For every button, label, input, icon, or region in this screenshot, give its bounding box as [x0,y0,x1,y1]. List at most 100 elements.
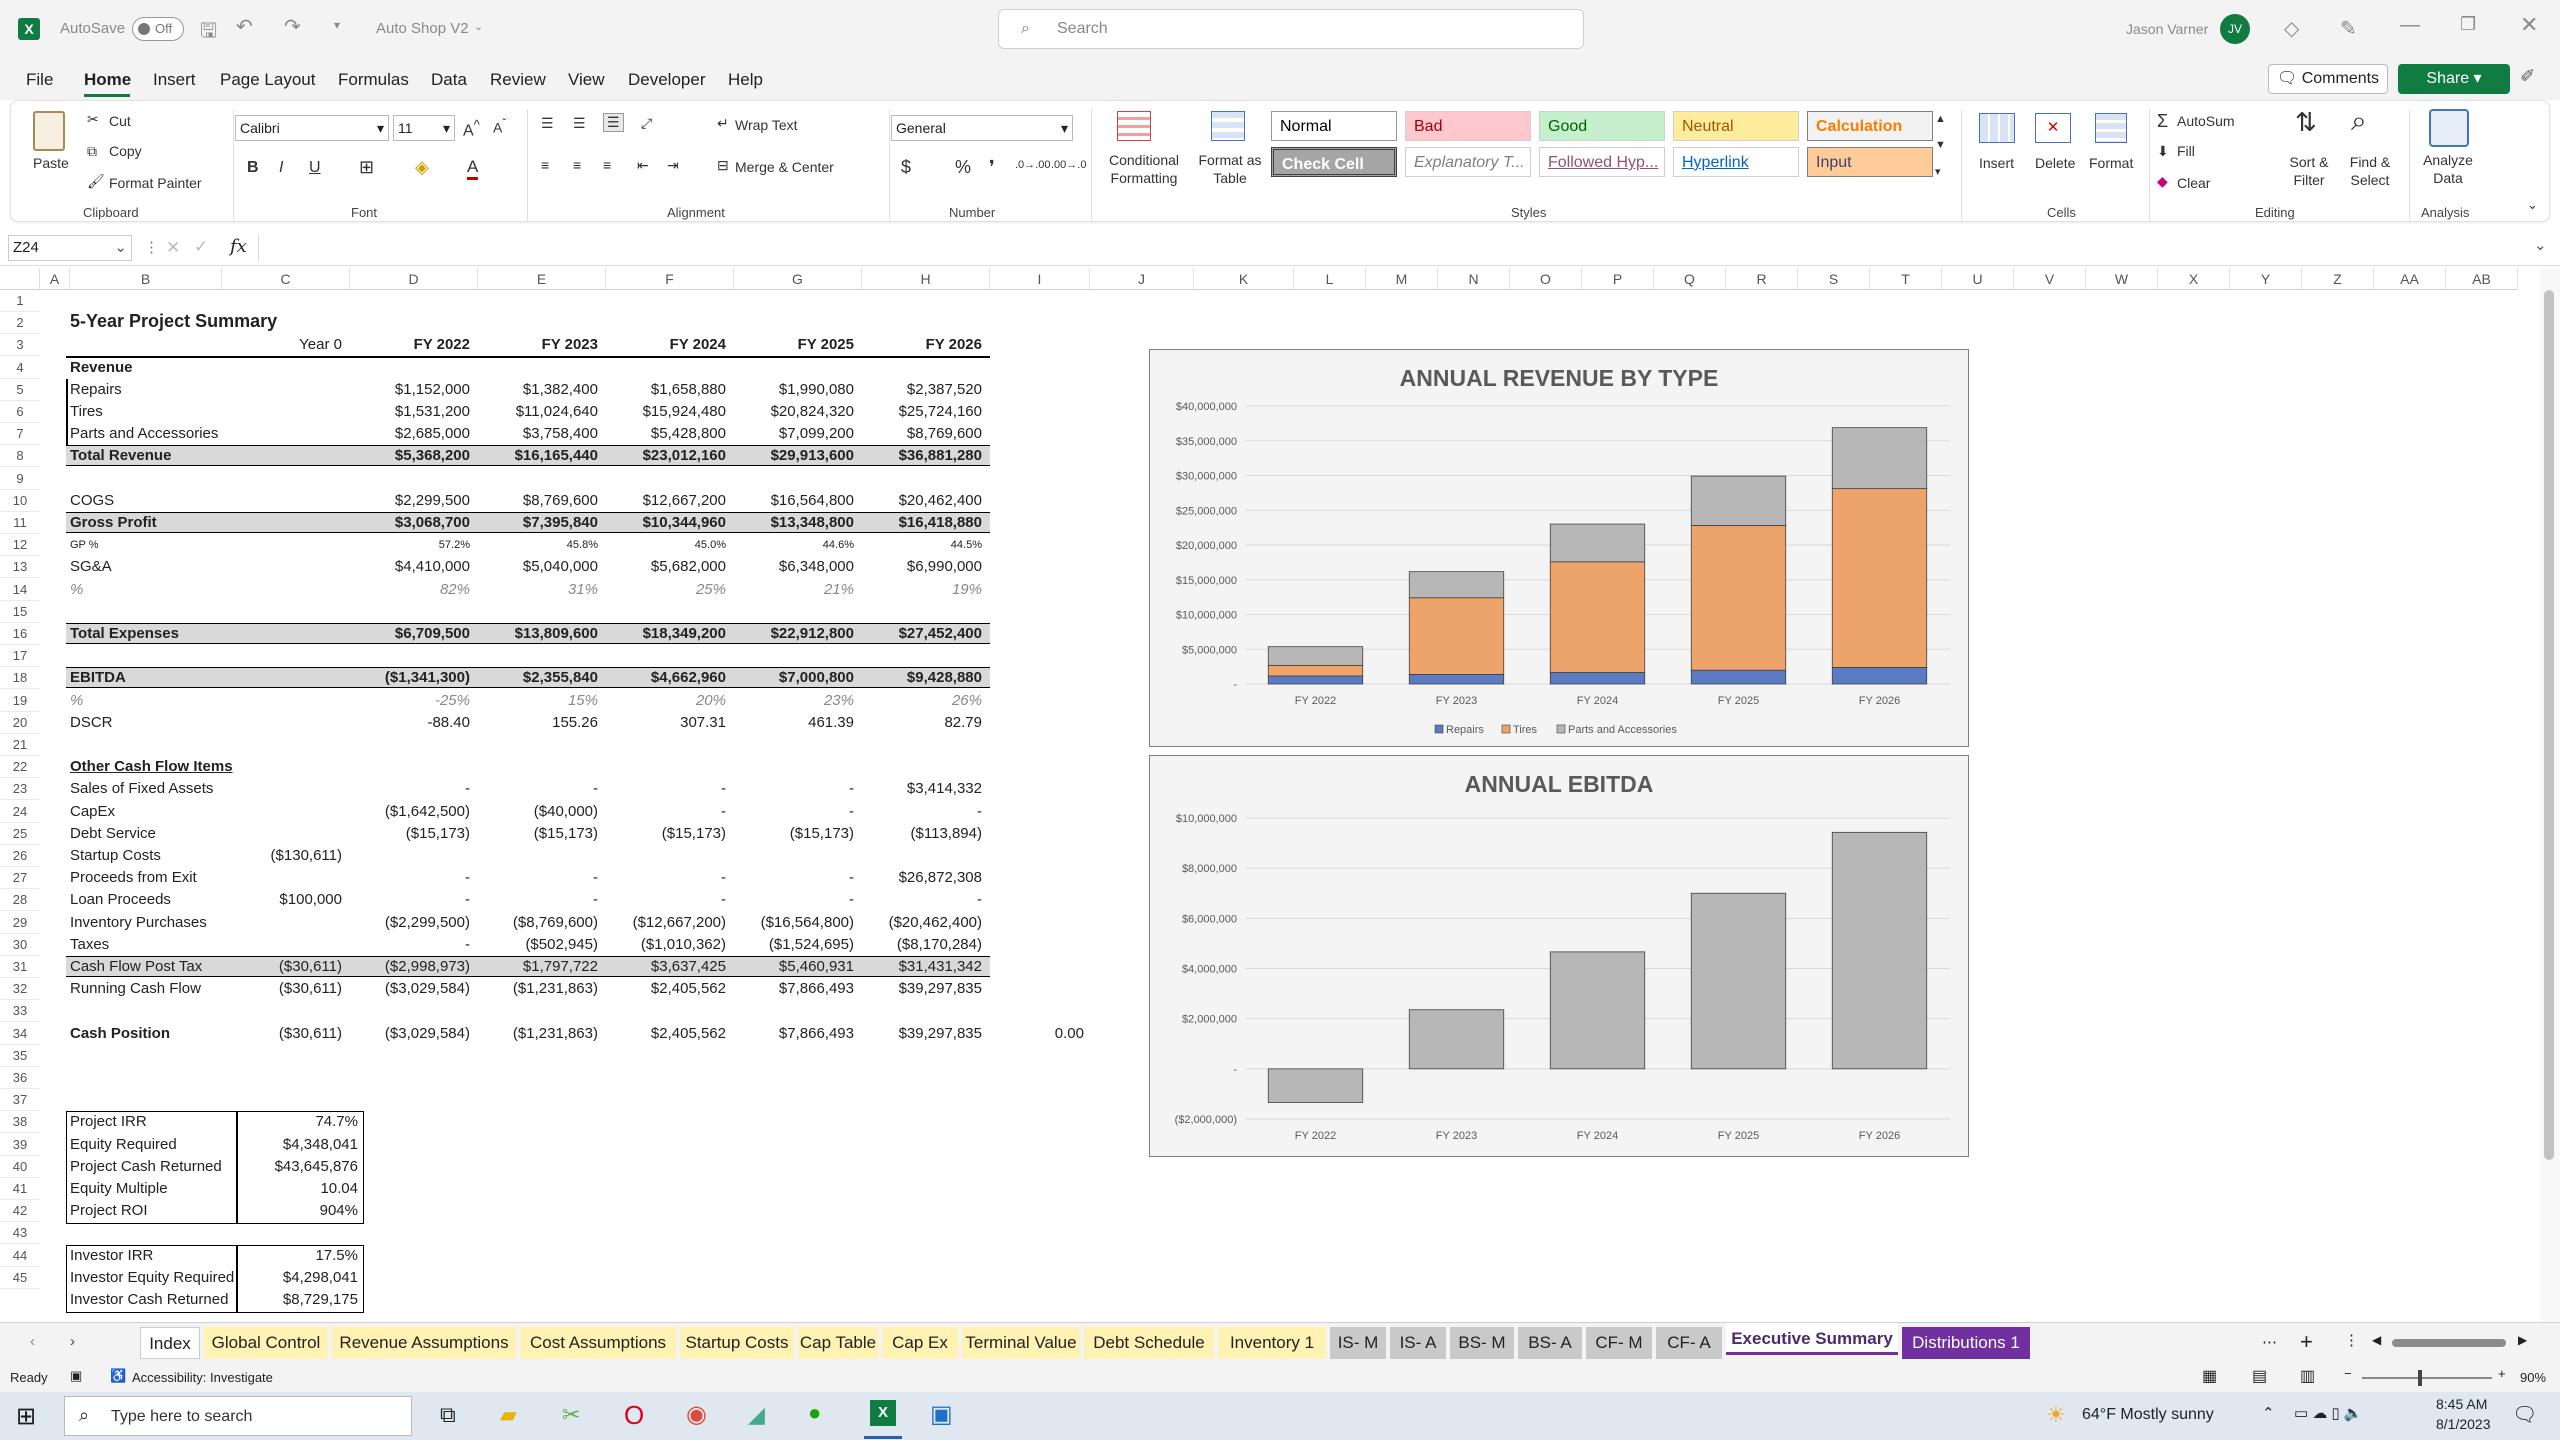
column-header-ab[interactable]: AB [2446,268,2518,290]
row-header-12[interactable]: 12 [0,534,40,557]
column-header-z[interactable]: Z [2302,268,2374,290]
paste-button[interactable]: Paste [33,155,69,171]
clear-button[interactable]: Clear [2177,175,2210,191]
orientation-icon[interactable]: ⤢ [641,115,652,132]
conditional-formatting-button[interactable]: Conditional Formatting [1099,151,1189,187]
macro-record-icon[interactable]: ▣ [70,1368,82,1384]
column-header-aa[interactable]: AA [2374,268,2446,290]
horizontal-scroll-thumb[interactable] [2392,1339,2506,1347]
font-size-select[interactable]: 11 ▾ [393,115,455,141]
windows-start-icon[interactable]: ⊞ [16,1402,36,1431]
document-title[interactable]: Auto Shop V2 [376,20,469,37]
column-header-w[interactable]: W [2086,268,2158,290]
format-cells-button[interactable]: Format [2089,155,2133,171]
column-header-l[interactable]: L [1294,268,1366,290]
analyze-data-button[interactable]: Analyze Data [2415,151,2481,187]
row-header-5[interactable]: 5 [0,379,40,401]
cell-style-neutral[interactable]: Neutral [1673,111,1799,141]
row-header-20[interactable]: 20 [0,712,40,734]
row-header-31[interactable]: 31 [0,956,40,978]
bold-icon[interactable]: B [247,159,259,177]
tab-revenue-assumptions[interactable]: Revenue Assumptions [332,1327,516,1359]
insert-function-icon[interactable]: fx [230,236,247,257]
column-header-x[interactable]: X [2158,268,2230,290]
gallery-scroll-up[interactable]: ▲ [1935,113,1946,125]
file-explorer-icon[interactable]: ▰ [500,1402,517,1428]
italic-icon[interactable]: I [279,159,283,177]
row-header-28[interactable]: 28 [0,889,40,912]
row-header-22[interactable]: 22 [0,756,40,779]
search-box[interactable]: ⌕ Search [998,9,1584,49]
select-all-corner[interactable] [0,268,40,290]
cell-style-followed-hyp-[interactable]: Followed Hyp... [1539,147,1665,177]
row-header-43[interactable]: 43 [0,1222,40,1245]
snipping-tool-icon[interactable]: ✂ [562,1402,580,1428]
column-header-t[interactable]: T [1870,268,1942,290]
column-header-g[interactable]: G [734,268,862,290]
row-header-40[interactable]: 40 [0,1156,40,1178]
row-header-3[interactable]: 3 [0,334,40,357]
fill-button[interactable]: Fill [2177,143,2195,159]
align-middle-icon[interactable]: ☰ [573,115,586,132]
comma-icon[interactable]: ❜ [989,157,995,178]
row-header-2[interactable]: 2 [0,312,40,335]
row-header-41[interactable]: 41 [0,1178,40,1200]
fill-color-icon[interactable]: ◈ [415,157,429,178]
zoom-slider[interactable] [2362,1370,2492,1386]
merge-center-button[interactable]: Merge & Center [735,159,834,175]
task-view-icon[interactable]: ⧉ [440,1402,456,1428]
format-painter-button[interactable]: Format Painter [109,175,202,191]
row-header-11[interactable]: 11 [0,512,40,534]
row-header-9[interactable]: 9 [0,468,40,490]
row-header-6[interactable]: 6 [0,401,40,423]
column-header-j[interactable]: J [1090,268,1194,290]
row-header-33[interactable]: 33 [0,1000,40,1023]
normal-view-icon[interactable]: ▦ [2202,1366,2217,1386]
row-header-16[interactable]: 16 [0,623,40,645]
font-name-select[interactable]: Calibri ▾ [235,115,389,141]
clock-time[interactable]: 8:45 AM [2436,1396,2487,1412]
tray-icons[interactable]: ▭ ☁ ▯ 🔈 [2294,1404,2363,1422]
row-header-24[interactable]: 24 [0,801,40,823]
tab-bs-m[interactable]: BS- M [1450,1327,1514,1359]
tab-scroll-left-icon[interactable]: ‹ [30,1333,35,1350]
redo-icon[interactable]: ↷ [284,14,301,39]
revenue-chart[interactable]: ANNUAL REVENUE BY TYPE - $5,000,000 $10,000… [1149,349,1969,747]
tab-startup-costs[interactable]: Startup Costs [680,1327,794,1359]
column-header-k[interactable]: K [1194,268,1294,290]
tab-cap-ex[interactable]: Cap Ex [882,1327,958,1359]
shrink-font-icon[interactable]: Aˇ [493,117,506,136]
align-top-icon[interactable]: ☰ [541,115,554,132]
cell-style-good[interactable]: Good [1539,111,1665,141]
gallery-more[interactable]: ▾ [1935,165,1941,178]
column-header-f[interactable]: F [606,268,734,290]
name-box[interactable]: Z24 ⌄ [8,235,132,261]
tab-options-icon[interactable]: ⋮ [2344,1331,2359,1349]
cell-style-hyperlink[interactable]: Hyperlink [1673,147,1799,177]
row-header-36[interactable]: 36 [0,1067,40,1089]
notifications-icon[interactable]: 🗨 [2512,1402,2537,1427]
column-header-c[interactable]: C [222,268,350,290]
column-header-o[interactable]: O [1510,268,1582,290]
autosum-button[interactable]: AutoSum [2177,113,2235,129]
taskbar-search-box[interactable]: ⌕ Type here to search [64,1396,412,1436]
underline-icon[interactable]: U [309,159,321,177]
tab-cf-a[interactable]: CF- A [1656,1327,1722,1359]
tab-bs-a[interactable]: BS- A [1518,1327,1582,1359]
title-dropdown-icon[interactable]: ⌄ [474,20,483,33]
row-header-7[interactable]: 7 [0,423,40,446]
menu-view[interactable]: View [568,70,605,90]
expand-formula-icon[interactable]: ⌄ [2534,236,2547,254]
row-header-26[interactable]: 26 [0,845,40,867]
row-header-37[interactable]: 37 [0,1089,40,1112]
horizontal-scrollbar[interactable]: ◀ ▶ [2372,1333,2532,1349]
row-header-44[interactable]: 44 [0,1245,40,1267]
paste-icon[interactable] [33,111,65,151]
column-header-p[interactable]: P [1582,268,1654,290]
tab-cap-table[interactable]: Cap Table [798,1327,878,1359]
column-header-d[interactable]: D [350,268,478,290]
gallery-scroll-down[interactable]: ▼ [1935,139,1946,151]
excel-taskbar-icon[interactable]: X [870,1400,896,1426]
row-header-39[interactable]: 39 [0,1134,40,1156]
menu-help[interactable]: Help [728,70,763,90]
